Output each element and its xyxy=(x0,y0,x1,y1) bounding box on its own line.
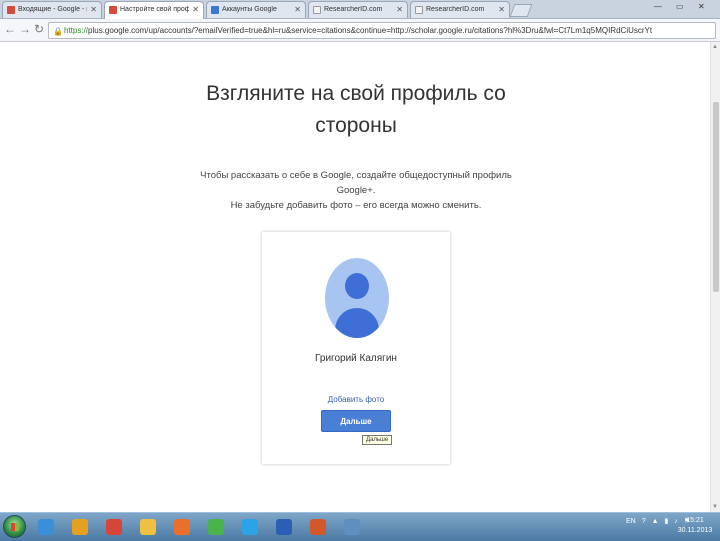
clock-date: 30.11.2013 xyxy=(677,527,713,534)
taskbar-app-button[interactable] xyxy=(304,516,332,538)
chrome-icon xyxy=(106,519,122,535)
subtitle-line: Чтобы рассказать о себе в Google, создай… xyxy=(200,170,512,181)
page-icon xyxy=(415,6,423,14)
tab-google-accounts[interactable]: Аккаунты Google ✕ xyxy=(206,1,306,18)
windows-logo-icon xyxy=(11,523,19,531)
close-icon[interactable]: ✕ xyxy=(90,5,97,14)
word-icon xyxy=(276,519,292,535)
subtitle-line: Не забудьте добавить фото – его всегда м… xyxy=(230,200,482,211)
address-bar[interactable]: 🔒 https://plus.google.com/up/accounts/?e… xyxy=(48,22,716,39)
tab-profile-setup[interactable]: Настройте свой профиль ✕ xyxy=(104,1,204,19)
language-indicator[interactable]: EN xyxy=(626,518,636,525)
network-icon[interactable]: ▮ xyxy=(664,518,668,525)
taskbar-app-button[interactable] xyxy=(168,516,196,538)
google-plus-icon xyxy=(109,6,117,14)
page-subtitle: Чтобы рассказать о себе в Google, создай… xyxy=(180,168,532,213)
taskbar-app-button[interactable] xyxy=(32,516,60,538)
tab-gmail[interactable]: Входящие - Google - подписки ✕ xyxy=(2,1,102,18)
close-icon[interactable]: ✕ xyxy=(192,5,199,14)
show-hidden-icons-icon[interactable]: ▲ xyxy=(652,518,659,525)
page-content: Взгляните на свой профиль со стороны Что… xyxy=(0,42,710,512)
tab-label: Настройте свой профиль xyxy=(120,6,189,13)
taskbar-app-button[interactable] xyxy=(100,516,128,538)
clock[interactable]: 15:21 30.11.2013 xyxy=(673,516,717,536)
title-line: стороны xyxy=(315,114,397,137)
close-icon[interactable]: ✕ xyxy=(294,5,301,14)
image-viewer-icon xyxy=(344,519,360,535)
profile-name: Григорий Калягин xyxy=(315,353,397,364)
taskbar-app-button[interactable] xyxy=(236,516,264,538)
start-button[interactable] xyxy=(3,515,26,538)
tab-researcherid-1[interactable]: ResearcherID.com ✕ xyxy=(308,1,408,18)
windows-taskbar: EN ? ▲ ▮ ♪ ⚑ 15:21 30.11.2013 xyxy=(0,512,720,541)
help-icon[interactable]: ? xyxy=(642,518,646,525)
close-icon[interactable]: ✕ xyxy=(498,5,505,14)
file-manager-icon xyxy=(140,519,156,535)
gmail-icon xyxy=(7,6,15,14)
tab-label: Входящие - Google - подписки xyxy=(18,6,87,13)
add-photo-link[interactable]: Добавить фото xyxy=(262,395,450,404)
scroll-down-icon[interactable]: ▼ xyxy=(712,504,718,510)
vertical-scrollbar[interactable]: ▲ ▼ xyxy=(710,42,720,512)
next-tooltip: Дальше xyxy=(362,435,393,445)
ie-icon xyxy=(38,519,54,535)
icq-icon xyxy=(208,519,224,535)
minimize-icon[interactable]: — xyxy=(654,2,662,14)
scroll-up-icon[interactable]: ▲ xyxy=(712,44,718,50)
taskbar-app-button[interactable] xyxy=(270,516,298,538)
next-button[interactable]: Дальше xyxy=(321,410,391,432)
profile-card: Григорий Калягин Добавить фото Дальше Да… xyxy=(262,232,450,464)
page-title: Взгляните на свой профиль со стороны xyxy=(150,78,562,142)
tab-bar: Входящие - Google - подписки ✕ Настройте… xyxy=(0,0,720,19)
subtitle-line: Google+. xyxy=(336,185,376,196)
taskbar-app-button[interactable] xyxy=(66,516,94,538)
media-player-icon xyxy=(72,519,88,535)
scroll-thumb[interactable] xyxy=(713,102,719,292)
url-text: https://plus.google.com/up/accounts/?ema… xyxy=(64,26,653,35)
forward-icon[interactable]: → xyxy=(19,22,31,36)
skype-icon xyxy=(242,519,258,535)
maximize-icon[interactable]: ▭ xyxy=(676,2,684,14)
tab-label: ResearcherID.com xyxy=(426,6,485,13)
title-line: Взгляните на свой профиль со xyxy=(206,82,506,105)
reload-icon[interactable]: ↻ xyxy=(34,22,44,36)
tab-researcherid-2[interactable]: ResearcherID.com ✕ xyxy=(410,1,510,18)
taskbar-app-button[interactable] xyxy=(202,516,230,538)
new-tab-button[interactable] xyxy=(509,4,533,17)
google-accounts-icon xyxy=(211,6,219,14)
lock-icon: 🔒 xyxy=(53,27,63,36)
clock-time: 15:21 xyxy=(686,517,704,524)
taskbar-app-button[interactable] xyxy=(134,516,162,538)
window-close-icon[interactable]: ✕ xyxy=(698,2,705,14)
tab-label: ResearcherID.com xyxy=(324,6,383,13)
avatar-placeholder-icon[interactable] xyxy=(325,258,389,338)
taskbar-app-button[interactable] xyxy=(338,516,366,538)
back-icon[interactable]: ← xyxy=(4,22,16,36)
powerpoint-icon xyxy=(310,519,326,535)
page-icon xyxy=(313,6,321,14)
browser-toolbar: ← → ↻ 🔒 https://plus.google.com/up/accou… xyxy=(0,19,720,42)
firefox-icon xyxy=(174,519,190,535)
close-icon[interactable]: ✕ xyxy=(396,5,403,14)
tab-label: Аккаунты Google xyxy=(222,6,277,13)
